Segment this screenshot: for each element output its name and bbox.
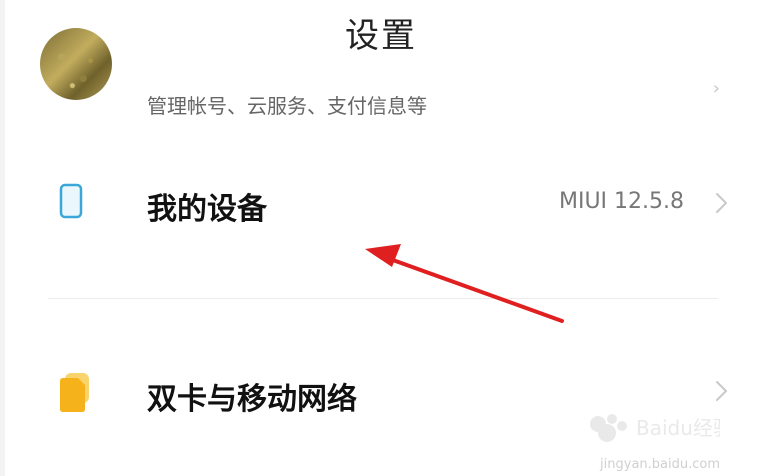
chevron-right-icon	[716, 381, 727, 401]
page-title: 设置	[345, 16, 417, 56]
watermark-brand: Baidu经验	[636, 416, 720, 440]
device-version: MIUI 12.5.8	[558, 189, 684, 214]
account-chevron-icon: ›	[712, 78, 720, 99]
annotation-arrow	[365, 244, 564, 323]
account-subtitle: 管理帐号、云服务、支付信息等	[147, 94, 427, 118]
watermark-url: jingyan.baidu.com	[600, 457, 720, 472]
account-row[interactable]: 管理帐号、云服务、支付信息等 ›	[0, 28, 762, 128]
my-device-row[interactable]: 我的设备 MIUI 12.5.8	[0, 164, 762, 244]
avatar[interactable]	[40, 28, 112, 100]
settings-screen: 设置 管理帐号、云服务、支付信息等 › 我的设备 MIUI 12.5.8 双卡与…	[0, 0, 762, 476]
my-device-label: 我的设备	[147, 192, 267, 227]
phone-icon	[59, 183, 83, 219]
baidu-watermark-icon: Baidu经验	[590, 414, 720, 442]
chevron-right-icon	[716, 193, 727, 213]
dual-sim-label: 双卡与移动网络	[147, 382, 357, 417]
sim-card-icon	[60, 373, 89, 412]
